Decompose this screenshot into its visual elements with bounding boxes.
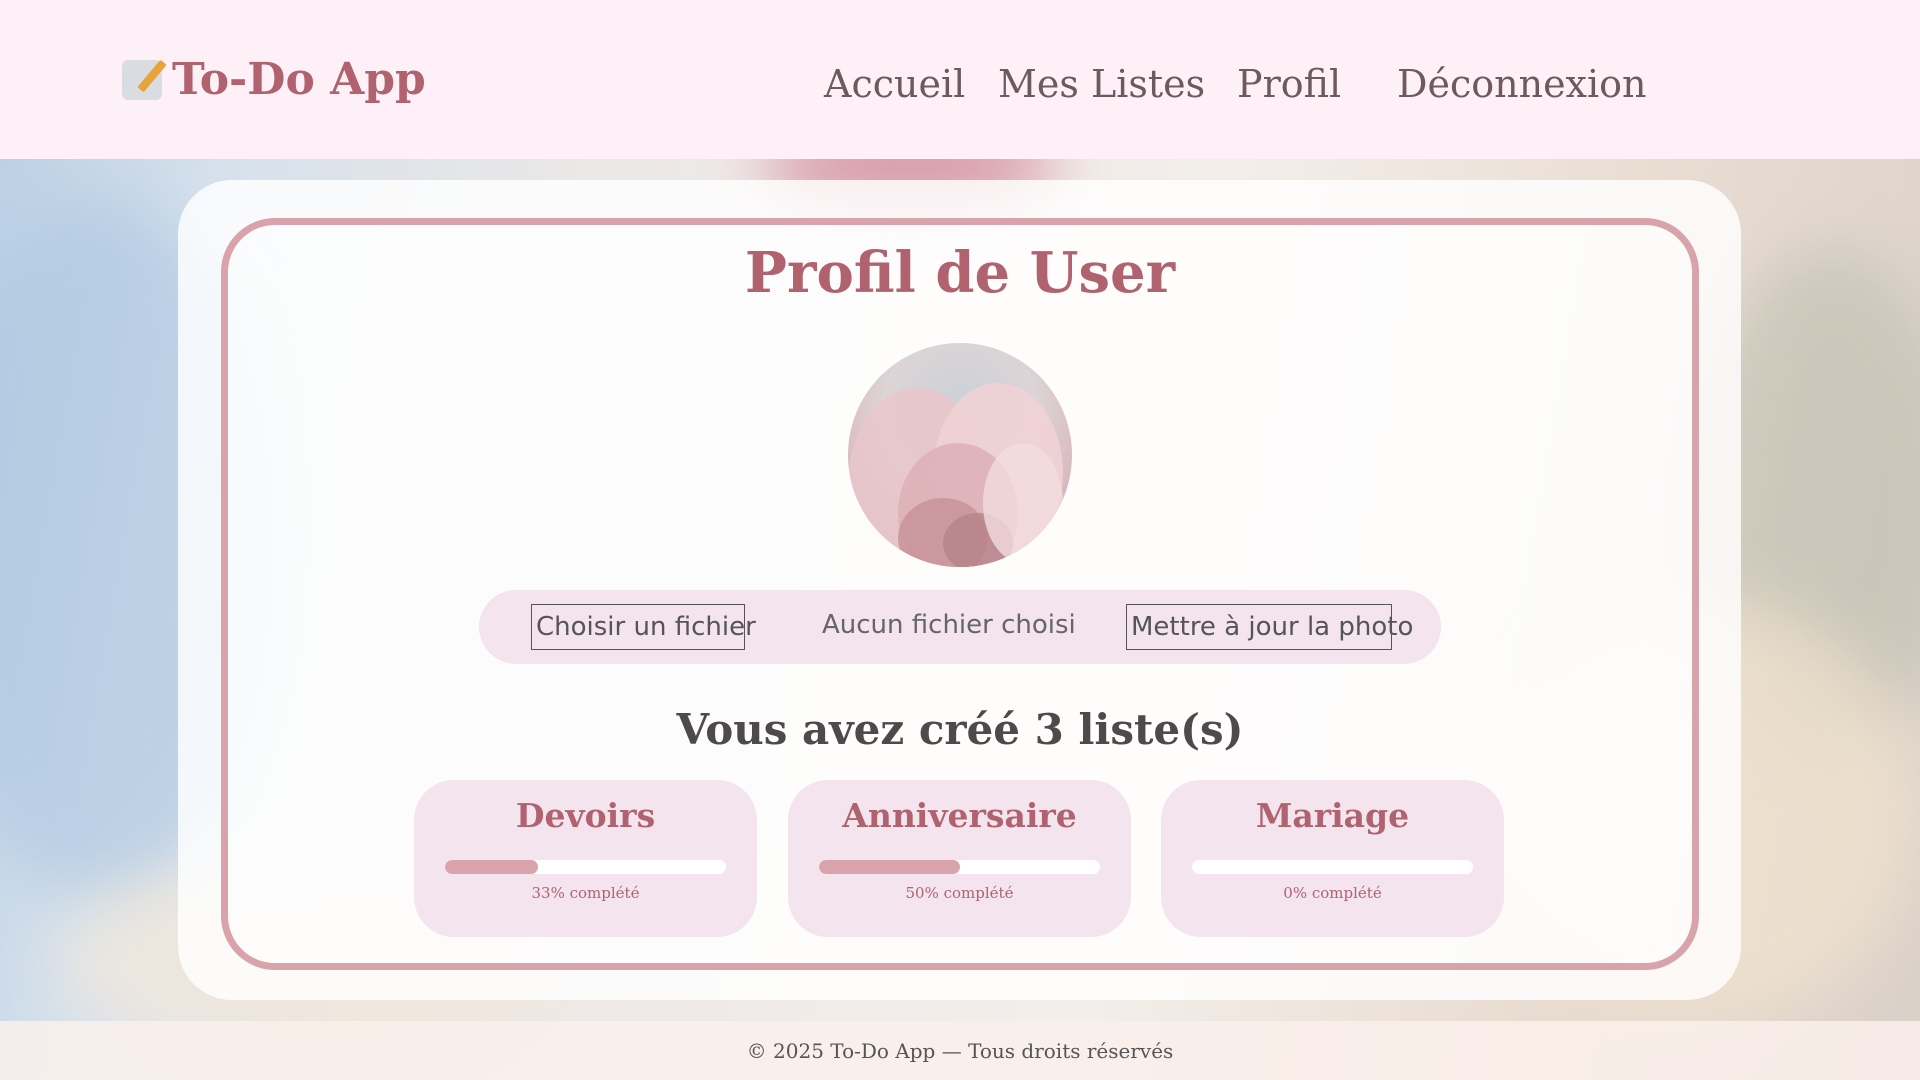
progress-label: 33% complété — [531, 884, 640, 902]
progress-label: 0% complété — [1283, 884, 1382, 902]
page-title: Profil de User — [744, 240, 1176, 306]
avatar — [848, 343, 1072, 567]
progress-bar — [1192, 860, 1473, 874]
list-card-title: Devoirs — [515, 796, 656, 835]
progress-bar-fill — [445, 860, 538, 874]
choose-file-button[interactable]: Choisir un fichier — [531, 604, 756, 650]
footer-copyright: © 2025 To-Do App — Tous droits réservés — [746, 1038, 1174, 1063]
nav-link-profile[interactable]: Profil — [1237, 62, 1341, 106]
list-card-anniversaire[interactable]: Anniversaire 50% complété — [788, 780, 1131, 937]
list-card-devoirs[interactable]: Devoirs 33% complété — [414, 780, 757, 937]
progress-label: 50% complété — [905, 884, 1014, 902]
top-header: To-Do App Accueil Mes Listes Profil Déco… — [0, 0, 1920, 159]
app-logo-text: To-Do App — [172, 54, 426, 105]
photo-upload-bar: Choisir un fichier Aucun fichier choisi … — [479, 590, 1441, 664]
nav-link-home[interactable]: Accueil — [824, 62, 965, 106]
app-logo[interactable]: To-Do App — [122, 54, 426, 105]
progress-bar — [819, 860, 1100, 874]
page-footer: © 2025 To-Do App — Tous droits réservés — [0, 1021, 1920, 1080]
update-photo-button[interactable]: Mettre à jour la photo — [1126, 604, 1413, 650]
avatar-image — [848, 383, 1063, 567]
list-card-title: Mariage — [1255, 796, 1410, 835]
progress-bar — [445, 860, 726, 874]
memo-pencil-icon — [122, 59, 162, 100]
nav-link-my-lists[interactable]: Mes Listes — [998, 62, 1205, 106]
lists-count-heading: Vous avez créé 3 liste(s) — [676, 705, 1244, 754]
list-card-title: Anniversaire — [842, 796, 1077, 835]
nav-link-logout[interactable]: Déconnexion — [1397, 62, 1647, 106]
progress-bar-fill — [819, 860, 960, 874]
list-card-mariage[interactable]: Mariage 0% complété — [1161, 780, 1504, 937]
file-status-text: Aucun fichier choisi — [822, 610, 1076, 640]
